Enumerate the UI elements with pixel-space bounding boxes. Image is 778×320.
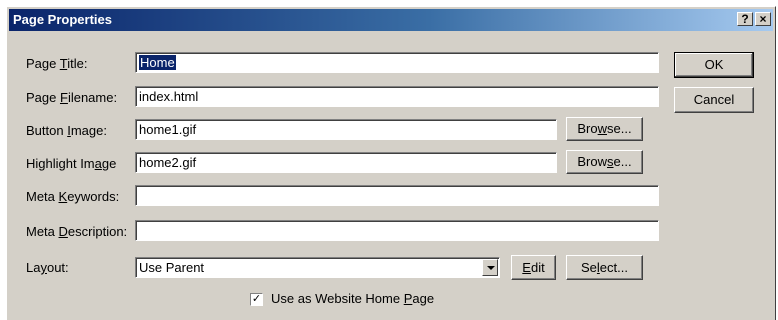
meta-keywords-input[interactable] [135, 185, 659, 206]
meta-description-label: Meta Description: [26, 224, 128, 239]
layout-label: Layout: [26, 260, 69, 275]
button-image-input[interactable]: home1.gif [135, 119, 557, 140]
help-button[interactable]: ? [737, 12, 753, 26]
home-page-checkbox[interactable]: ✓ [250, 293, 263, 306]
page-filename-label: Page Filename: [26, 90, 118, 105]
browse-button-image-button[interactable]: Browse... [566, 117, 643, 141]
close-button[interactable]: × [755, 12, 771, 26]
layout-select[interactable]: Use Parent [135, 257, 500, 278]
select-layout-button[interactable]: Select... [566, 255, 643, 280]
cancel-button[interactable]: Cancel [674, 87, 754, 113]
highlight-image-label: Highlight Image [26, 156, 117, 171]
title-bar[interactable]: Page Properties ? × [9, 9, 773, 31]
page-title-input[interactable]: Home [135, 52, 659, 73]
meta-description-input[interactable] [135, 220, 659, 241]
button-image-label: Button Image: [26, 123, 107, 138]
browse-highlight-image-button[interactable]: Browse... [566, 150, 643, 174]
page-filename-input[interactable]: index.html [135, 86, 659, 107]
home-page-checkbox-label[interactable]: Use as Website Home Page [271, 291, 434, 306]
edit-layout-button[interactable]: Edit [511, 255, 556, 280]
page-title-label: Page Title: [26, 56, 88, 71]
ok-button[interactable]: OK [674, 52, 754, 78]
chevron-down-icon[interactable] [482, 259, 498, 276]
page-properties-dialog: Page Properties ? × Page Title: Home Pag… [6, 6, 776, 320]
page-title-value: Home [139, 55, 176, 70]
highlight-image-input[interactable]: home2.gif [135, 152, 557, 173]
layout-select-value: Use Parent [139, 260, 205, 275]
meta-keywords-label: Meta Keywords: [26, 189, 120, 204]
dialog-title: Page Properties [13, 12, 112, 27]
